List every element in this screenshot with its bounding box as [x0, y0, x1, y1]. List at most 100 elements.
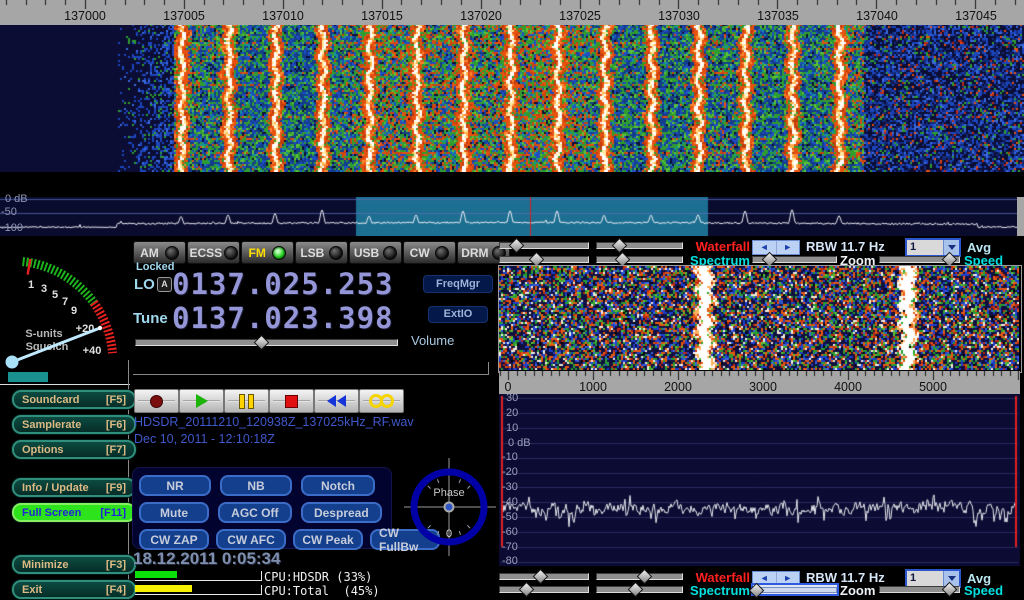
slider-thumb[interactable]	[628, 582, 644, 598]
mode-label: DRM	[461, 246, 488, 260]
squelch-level-bar[interactable]	[8, 372, 48, 382]
audio-db-label: -30	[502, 481, 518, 493]
rewind-button[interactable]	[314, 389, 359, 413]
audio-scale-ticks	[499, 371, 1020, 380]
waterfall-contrast-slider[interactable]	[596, 240, 683, 251]
tune-frequency-display[interactable]: 0137.023.398	[172, 301, 394, 335]
slider-track[interactable]	[499, 586, 589, 593]
divider	[0, 384, 130, 385]
samplerate-button[interactable]: Samplerate[F6]	[12, 415, 136, 434]
recording-date: Dec 10, 2011 - 12:10:18Z	[134, 432, 275, 446]
mode-led-icon	[165, 246, 179, 260]
slider-track[interactable]	[753, 587, 837, 593]
nb-button[interactable]: NB	[220, 475, 292, 496]
waterfall-label: Waterfall	[686, 239, 750, 254]
rf-spectrum-display[interactable]	[0, 197, 1024, 236]
despread-button[interactable]: Despread	[301, 502, 382, 523]
spectrum-max-slider[interactable]	[596, 254, 683, 265]
lo-frequency-display[interactable]: 0137.025.253	[172, 267, 394, 301]
mode-button-strip: AM ECSS FM LSB USB CW DRM	[133, 241, 511, 264]
soundcard-button[interactable]: Soundcard[F5]	[12, 390, 136, 409]
slider-thumb[interactable]	[941, 582, 957, 598]
speed-label-2: Speed	[964, 583, 1003, 598]
mode-label: USB	[354, 246, 379, 260]
rf-scale-label: 137035	[748, 9, 808, 23]
loop-button[interactable]	[359, 389, 404, 413]
mute-button[interactable]: Mute	[139, 502, 209, 523]
mode-led-icon	[329, 246, 343, 260]
audio-waterfall-display[interactable]	[499, 266, 1019, 370]
lo-auto-badge[interactable]: A	[157, 277, 172, 292]
slider-thumb[interactable]	[749, 583, 765, 599]
stop-button[interactable]	[269, 389, 314, 413]
waterfall-brightness-slider-2[interactable]	[499, 571, 589, 582]
mode-ecss-button[interactable]: ECSS	[187, 241, 240, 264]
mode-fm-button[interactable]: FM	[241, 241, 294, 264]
spectrum-min-slider[interactable]	[499, 254, 589, 265]
button-label: Samplerate	[22, 419, 81, 431]
button-hotkey: [F3]	[106, 559, 126, 571]
slider-track[interactable]	[596, 256, 683, 263]
speed-slider[interactable]	[879, 254, 960, 265]
slider-thumb[interactable]	[532, 569, 548, 585]
audio-frequency-scale[interactable]: 0 1000 2000 3000 4000 5000	[499, 371, 1020, 394]
mode-led-icon	[272, 246, 286, 260]
info-update-button[interactable]: Info / Update[F9]	[12, 478, 136, 497]
slider-thumb[interactable]	[254, 335, 270, 351]
rf-scale-ticks	[0, 0, 1024, 9]
mode-label: CW	[410, 246, 430, 260]
cw-zap-button[interactable]: CW ZAP	[139, 529, 209, 550]
rbw-increase-button[interactable]: ►	[777, 241, 800, 254]
record-button[interactable]	[134, 389, 179, 413]
waterfall-brightness-slider[interactable]	[499, 240, 589, 251]
audio-spectrum-display[interactable]	[499, 394, 1020, 566]
pause-button[interactable]	[224, 389, 269, 413]
rf-spectrum-right-strip	[1017, 197, 1024, 236]
slider-track[interactable]	[596, 242, 683, 249]
agc-off-button[interactable]: AGC Off	[218, 502, 292, 523]
s-meter-pivot	[6, 356, 19, 369]
audio-db-label: 10	[506, 422, 518, 434]
waterfall-contrast-slider-2[interactable]	[596, 571, 683, 582]
cw-afc-button[interactable]: CW AFC	[216, 529, 286, 550]
mode-cw-button[interactable]: CW	[403, 241, 456, 264]
spectrum-max-slider-2[interactable]	[596, 584, 683, 595]
rbw-label: RBW 11.7 Hz	[806, 239, 885, 254]
slider-thumb[interactable]	[611, 238, 627, 254]
slider-thumb[interactable]	[519, 582, 535, 598]
button-label: Soundcard	[22, 394, 79, 406]
play-button[interactable]	[179, 389, 224, 413]
rbw-spinner[interactable]: ◄►	[752, 240, 800, 255]
mode-lsb-button[interactable]: LSB	[295, 241, 348, 264]
freqmgr-button[interactable]: FreqMgr	[423, 275, 493, 293]
cpu-hdsdr-label: CPU:HDSDR (33%)	[264, 570, 372, 584]
options-button[interactable]: Options[F7]	[12, 440, 136, 459]
rbw-decrease-button[interactable]: ◄	[753, 241, 777, 254]
rf-frequency-scale[interactable]: 137000 137005 137010 137015 137020 13702…	[0, 0, 1024, 25]
zoom-slider[interactable]	[752, 254, 837, 265]
spectrum-min-slider-2[interactable]	[499, 584, 589, 595]
rf-waterfall-display[interactable]	[0, 0, 1024, 172]
audio-db-label: -60	[502, 526, 518, 538]
s-meter[interactable]: 1 3 5 7 9 +20 +40 S-units Squelch	[0, 238, 130, 372]
audio-db-label: 30	[506, 392, 518, 404]
volume-slider[interactable]	[135, 337, 398, 348]
nr-button[interactable]: NR	[139, 475, 211, 496]
mode-label: LSB	[300, 246, 324, 260]
cpu-total-bar	[135, 585, 262, 595]
mode-led-icon	[435, 246, 449, 260]
minimize-button[interactable]: Minimize[F3]	[12, 555, 136, 574]
audio-db-label: -50	[502, 511, 518, 523]
speed-slider-2[interactable]	[879, 584, 960, 595]
exit-button[interactable]: Exit[F4]	[12, 580, 136, 599]
slider-thumb[interactable]	[509, 238, 525, 254]
audio-scale-label: 3000	[738, 380, 788, 394]
notch-button[interactable]: Notch	[301, 475, 375, 496]
zoom-slider-2[interactable]	[751, 583, 839, 596]
mode-usb-button[interactable]: USB	[349, 241, 402, 264]
cw-peak-button[interactable]: CW Peak	[293, 529, 363, 550]
fullscreen-button[interactable]: Full Screen[F11]	[12, 503, 136, 522]
extio-button[interactable]: ExtIO	[428, 306, 488, 323]
slider-thumb[interactable]	[637, 569, 653, 585]
rf-scale-label: 137025	[550, 9, 610, 23]
